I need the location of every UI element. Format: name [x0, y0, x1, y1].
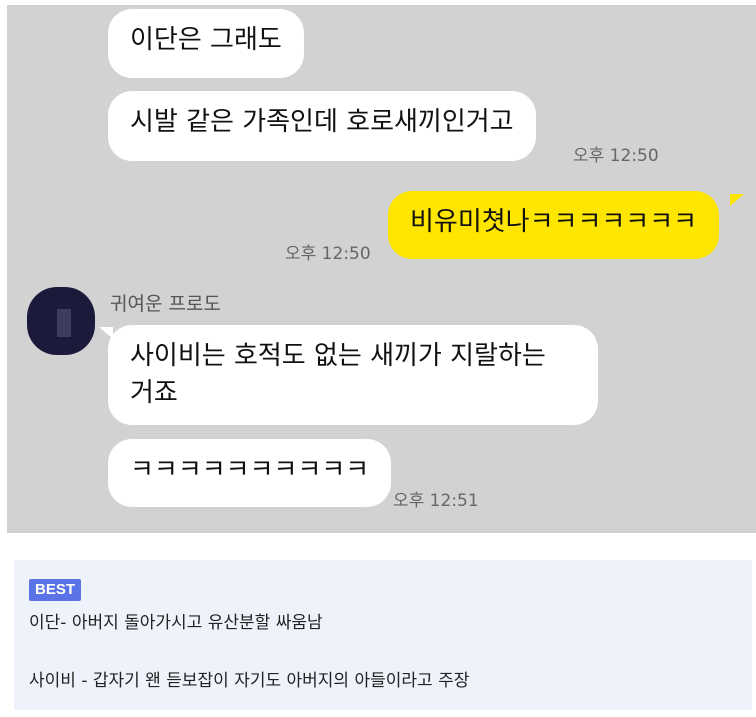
- message-timestamp: 오후 12:50: [285, 244, 371, 264]
- avatar-image: [57, 309, 71, 337]
- chat-area: 이단은 그래도 시발 같은 가족인데 호로새끼인거고 오후 12:50 오후 1…: [7, 5, 756, 533]
- sender-name: 귀여운 프로도: [110, 293, 221, 315]
- comment-line: 사이비 - 갑자기 왠 듣보잡이 자기도 아버지의 아들이라고 주장: [29, 671, 470, 691]
- avatar[interactable]: [27, 287, 95, 355]
- message-bubble-incoming[interactable]: 사이비는 호적도 없는 새끼가 지랄하는 거죠: [108, 325, 598, 425]
- message-timestamp: 오후 12:51: [393, 491, 479, 511]
- best-badge: BEST: [29, 579, 82, 601]
- bubble-tail: [730, 194, 744, 206]
- comment-line: 이단- 아버지 돌아가시고 유산분할 싸움남: [29, 613, 323, 633]
- message-bubble-incoming[interactable]: 이단은 그래도: [108, 9, 304, 78]
- message-bubble-incoming[interactable]: ㅋㅋㅋㅋㅋㅋㅋㅋㅋㅋ: [108, 439, 392, 507]
- message-timestamp: 오후 12:50: [573, 146, 659, 166]
- message-bubble-incoming[interactable]: 시발 같은 가족인데 호로새끼인거고: [108, 91, 536, 161]
- message-bubble-outgoing[interactable]: 비유미쳣나ㅋㅋㅋㅋㅋㅋㅋ: [388, 191, 720, 259]
